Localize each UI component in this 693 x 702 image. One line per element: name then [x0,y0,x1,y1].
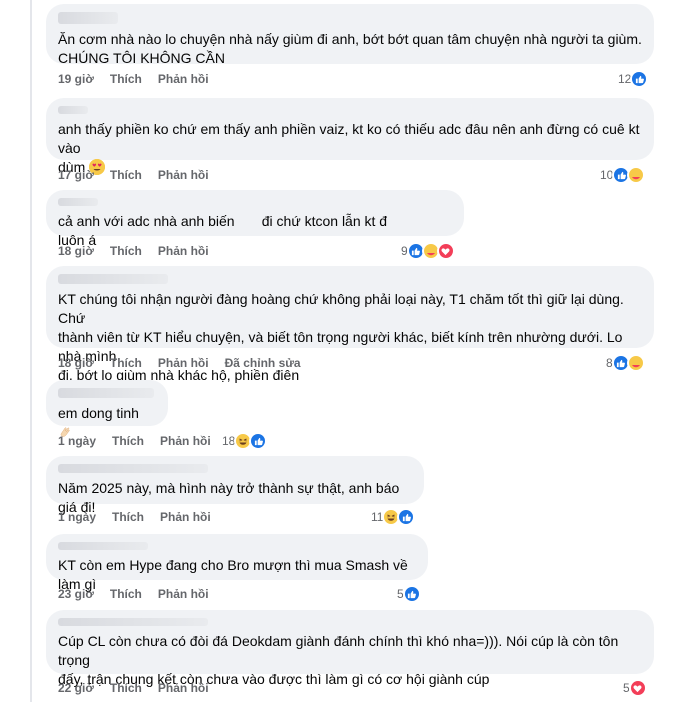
author-name-blurred[interactable] [58,618,208,626]
comment-time[interactable]: 18 giờ [58,244,94,258]
reaction-summary[interactable]: 8 [606,354,645,372]
comment-time[interactable]: 18 giờ [58,356,94,370]
reply-button[interactable]: Phản hồi [158,587,209,601]
comment: Cúp CL còn chưa có đòi đá Deokdam giành … [46,610,654,687]
comment: KT còn em Hype đang cho Bro mượn thì mua… [46,534,428,592]
reply-button[interactable]: Phản hồi [160,434,211,448]
author-name-blurred[interactable] [58,274,168,284]
reply-button[interactable]: Phản hồi [160,510,211,524]
author-name-blurred[interactable] [58,198,98,206]
love-icon [628,679,647,697]
like-button[interactable]: Thích [110,168,142,182]
reaction-summary[interactable]: 12 [618,70,649,88]
like-button[interactable]: Thích [110,72,142,86]
comment-time[interactable]: 23 giờ [58,587,94,601]
comment-bubble: cả anh với adc nhà anh biến đi chứ ktcon… [46,190,464,248]
care-icon [626,354,645,372]
reply-button[interactable]: Phản hồi [158,681,209,695]
comment-bubble: em dong tinh [46,380,168,437]
comment-actions: 18 giờ Thích Phản hồi [58,244,225,258]
like-button[interactable]: Thích [112,434,144,448]
like-icon [630,70,649,88]
reply-button[interactable]: Phản hồi [158,244,209,258]
comment-time[interactable]: 19 giờ [58,72,94,86]
comment-actions: 19 giờ Thích Phản hồi [58,72,225,86]
like-button[interactable]: Thích [112,510,144,524]
care-icon [627,166,646,184]
reaction-count: 12 [618,72,632,86]
author-name-blurred[interactable] [58,464,208,473]
author-name-blurred[interactable] [58,106,88,114]
comment-text: Ăn cơm nhà nào lo chuyện nhà nấy giùm đi… [58,31,642,66]
comment-text: em dong tinh [58,405,139,421]
like-button[interactable]: Thích [110,244,142,258]
author-name-blurred[interactable] [58,542,148,550]
comment-time[interactable]: 1 ngày [58,510,96,524]
reaction-summary[interactable]: 5 [397,585,421,603]
comment-actions: 17 giờ Thích Phản hồi [58,168,225,182]
reply-button[interactable]: Phản hồi [158,168,209,182]
reaction-summary[interactable]: 9 [401,242,455,260]
comment-bubble: KT chúng tôi nhận người đàng hoàng chứ k… [46,266,654,383]
like-icon [249,432,268,450]
comment: Ăn cơm nhà nào lo chuyện nhà nấy giùm đi… [46,4,654,66]
comment-bubble: Năm 2025 này, mà hình này trở thành sự t… [46,456,424,515]
comment-actions: 23 giờ Thích Phản hồi [58,587,225,601]
edited-label[interactable]: Đã chỉnh sửa [225,356,301,370]
reply-button[interactable]: Phản hồi [158,356,209,370]
like-icon [397,508,416,526]
comment-actions: 22 giờ Thích Phản hồi [58,681,225,695]
comment-text: KT chúng tôi nhận người đàng hoàng chứ k… [58,291,624,383]
comment-bubble: Ăn cơm nhà nào lo chuyện nhà nấy giùm đi… [46,4,654,66]
comment-text: anh thấy phiền ko chứ em thấy anh phiền … [58,121,640,175]
comment-actions: 18 giờ Thích Phản hồi Đã chỉnh sửa [58,356,317,370]
reaction-count: 10 [600,168,614,182]
comment-bubble: anh thấy phiền ko chứ em thấy anh phiền … [46,98,654,175]
comment: Năm 2025 này, mà hình này trở thành sự t… [46,456,424,515]
author-name-blurred[interactable] [58,388,154,398]
reaction-count: 18 [222,434,236,448]
like-icon [402,585,421,603]
reaction-summary[interactable]: 11 [371,508,416,526]
reaction-summary[interactable]: 10 [600,166,646,184]
comment-time[interactable]: 1 ngày [58,434,96,448]
like-button[interactable]: Thích [110,356,142,370]
reaction-summary[interactable]: 5 [623,679,647,697]
reply-button[interactable]: Phản hồi [158,72,209,86]
comment-actions: 1 ngày Thích Phản hồi [58,510,227,524]
comment: anh thấy phiền ko chứ em thấy anh phiền … [46,98,654,175]
comment-time[interactable]: 17 giờ [58,168,94,182]
like-button[interactable]: Thích [110,681,142,695]
comment: KT chúng tôi nhận người đàng hoàng chứ k… [46,266,654,383]
comment: em dong tinh [46,380,168,437]
love-icon [436,242,455,260]
reaction-summary[interactable]: 18 [222,432,268,450]
comment-bubble: KT còn em Hype đang cho Bro mượn thì mua… [46,534,428,592]
comment-bubble: Cúp CL còn chưa có đòi đá Deokdam giành … [46,610,654,687]
author-name-blurred[interactable] [58,12,118,24]
comment-time[interactable]: 22 giờ [58,681,94,695]
comment: cả anh với adc nhà anh biến đi chứ ktcon… [46,190,464,248]
comment-actions: 1 ngày Thích Phản hồi [58,434,227,448]
like-button[interactable]: Thích [110,587,142,601]
thread-line [30,0,32,702]
